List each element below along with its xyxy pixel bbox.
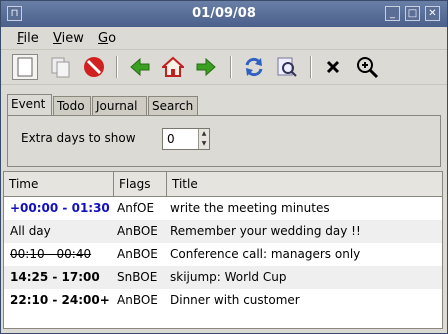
table-row[interactable]: 14:25 - 17:00 SnBOE skijump: World Cup: [4, 266, 442, 289]
zoom-button[interactable]: [354, 54, 380, 80]
minimize-button[interactable]: _: [385, 6, 400, 21]
event-flags: AnBOE: [117, 247, 158, 261]
back-icon: [130, 57, 150, 77]
home-icon: [162, 56, 184, 77]
find-button[interactable]: [274, 54, 300, 80]
extra-days-value[interactable]: 0: [167, 132, 175, 146]
find-icon: [277, 57, 297, 77]
event-time: All day: [10, 224, 51, 238]
window-title: 01/09/08: [192, 6, 256, 21]
copy-icon: [51, 57, 70, 78]
extra-days-label: Extra days to show: [21, 131, 136, 145]
menu-go[interactable]: Go: [98, 31, 116, 46]
column-header-flags[interactable]: Flags: [114, 172, 167, 196]
menu-bar: File View Go: [1, 27, 447, 50]
event-title: Conference call: managers only: [170, 247, 361, 261]
event-flags: SnBOE: [117, 270, 158, 284]
new-button[interactable]: [12, 54, 38, 80]
event-tab-panel: Extra days to show 0 ▲ ▼: [7, 115, 441, 167]
forward-icon: [196, 57, 216, 77]
event-title: Dinner with customer: [170, 293, 300, 307]
table-row[interactable]: All day AnBOE Remember your wedding day …: [4, 220, 442, 243]
close-icon: [326, 60, 340, 74]
maximize-button[interactable]: □: [405, 6, 420, 21]
back-button[interactable]: [127, 54, 153, 80]
event-flags: AnBOE: [117, 224, 158, 238]
new-icon: [17, 57, 33, 77]
event-time: +00:00 - 01:30: [10, 201, 110, 215]
stop-icon: [84, 57, 104, 77]
event-time: 22:10 - 24:00+: [10, 293, 110, 307]
event-title: Remember your wedding day !!: [170, 224, 361, 238]
refresh-icon: [245, 57, 263, 77]
main-window: ⊓ 01/09/08 _ □ ✕ File View Go Event Todo…: [0, 0, 448, 334]
copy-button[interactable]: [48, 54, 74, 80]
tab-search[interactable]: Search: [148, 96, 198, 115]
tab-journal[interactable]: Journal: [92, 96, 147, 115]
refresh-button[interactable]: [241, 54, 267, 80]
event-time: 14:25 - 17:00: [10, 270, 100, 284]
delete-button[interactable]: [320, 54, 346, 80]
menu-view[interactable]: View: [53, 31, 84, 46]
event-title: skijump: World Cup: [170, 270, 287, 284]
table-row[interactable]: 22:10 - 24:00+ AnBOE Dinner with custome…: [4, 289, 442, 312]
extra-days-spinner[interactable]: 0 ▲ ▼: [162, 128, 210, 150]
tab-todo[interactable]: Todo: [53, 96, 91, 115]
tab-event[interactable]: Event: [7, 94, 52, 116]
forward-button[interactable]: [193, 54, 219, 80]
toolbar: [1, 50, 447, 85]
table-row[interactable]: +00:00 - 01:30 AnfOE write the meeting m…: [4, 197, 442, 220]
close-window-button[interactable]: ✕: [425, 6, 440, 21]
title-bar[interactable]: ⊓ 01/09/08 _ □ ✕: [1, 1, 447, 27]
event-flags: AnfOE: [117, 201, 155, 215]
zoom-icon: [357, 57, 379, 79]
menu-file[interactable]: File: [17, 31, 39, 46]
event-flags: AnBOE: [117, 293, 158, 307]
column-header-time[interactable]: Time: [4, 172, 114, 196]
event-title: write the meeting minutes: [170, 201, 330, 215]
event-list: Time Flags Title +00:00 - 01:30 AnfOE wr…: [3, 171, 443, 329]
spin-down-icon[interactable]: ▼: [198, 139, 209, 149]
home-button[interactable]: [160, 54, 186, 80]
table-row[interactable]: 00:10 - 00:40 AnBOE Conference call: man…: [4, 243, 442, 266]
event-time: 00:10 - 00:40: [10, 247, 92, 261]
stop-button[interactable]: [81, 54, 107, 80]
list-header: Time Flags Title: [4, 172, 442, 197]
column-header-title[interactable]: Title: [167, 172, 442, 196]
